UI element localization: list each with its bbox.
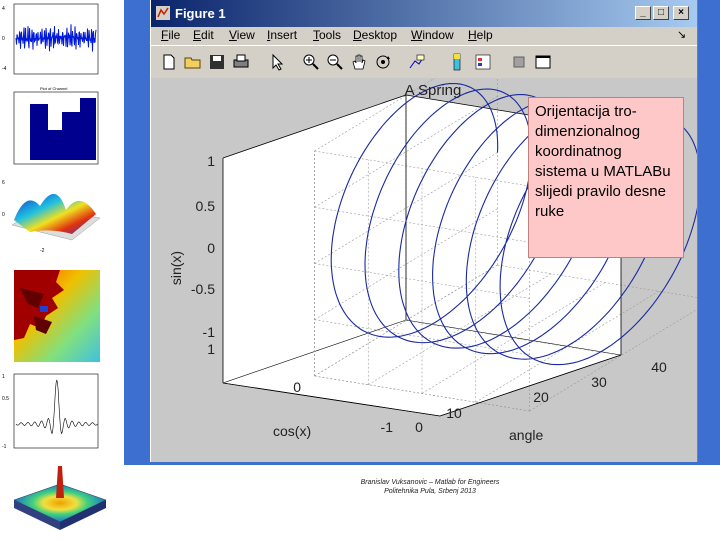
x-tick-30: 30 [591,374,607,390]
z-tick-0-5: 0.5 [196,198,216,214]
menu-edit[interactable]: Edit [193,28,214,42]
svg-text:0: 0 [2,212,5,218]
menu-window-rest: indow [422,28,454,42]
y-tick-neg-1: -1 [381,419,394,435]
y-tick-0: 0 [293,379,301,395]
thumbnail-sinc-plot: 1 0.5 -1 [0,372,104,454]
svg-text:4: 4 [2,6,5,12]
pan-hand-icon[interactable] [349,52,369,72]
z-tick-neg-1: -1 [203,324,216,340]
caption-line-1: Branislav Vuksanovic – Matlab for Engine… [360,479,500,486]
pointer-icon[interactable] [267,52,287,72]
menu-edit-access-key: E [193,28,202,42]
x-tick-0: 0 [415,419,423,435]
menu-tools-rest: ools [319,28,342,42]
thumbnail-3d-surface: 6 0 -2 [0,170,108,256]
svg-text:-4: -4 [2,66,7,72]
menu-file-rest: ile [168,28,181,42]
z-tick-1: 1 [207,153,215,169]
caption-line-2: Politehnika Pula, Srbenj 2013 [384,488,476,495]
slide: 4 0 -4 Plot of Channel 6 0 -2 1 0.5 -1 F… [0,0,720,540]
annotation-note: Orijentacija tro-dimenzionalnog koordina… [528,97,684,258]
thumbnail-fractal-image [0,268,104,366]
menu-help-access-key: H [468,28,477,42]
menu-view[interactable]: View [229,28,255,42]
menu-desktop-rest: esktop [361,28,398,42]
svg-text:6: 6 [2,180,5,186]
svg-text:Plot of Channel: Plot of Channel [40,86,67,91]
y-axis-label: cos(x) [273,423,311,439]
plot-title: A Spring [405,82,462,99]
window-title-bar[interactable]: Figure 1 _ □ × [151,0,697,27]
menu-edit-rest: dit [201,28,214,42]
x-tick-10: 10 [446,405,462,421]
menu-desktop[interactable]: Desktop [353,28,397,42]
z-tick-0: 0 [207,240,215,256]
menu-file[interactable]: File [161,28,180,42]
svg-text:-2: -2 [40,248,45,254]
menu-tools[interactable]: Tools [313,28,341,42]
menu-help-rest: elp [476,28,493,42]
matlab-figure-icon [156,6,170,20]
menu-window[interactable]: Window [411,28,454,42]
figure-toolbar [151,45,697,79]
hide-plot-tools-icon[interactable] [509,52,529,72]
window-title: Figure 1 [175,6,226,21]
open-folder-icon[interactable] [183,52,203,72]
slide-caption: Branislav Vuksanovic – Matlab for Engine… [330,478,530,496]
minimize-button[interactable]: _ [635,6,651,20]
menu-insert-rest: nsert [270,28,298,42]
z-tick-neg-0-5: -0.5 [191,281,215,297]
new-file-icon[interactable] [159,52,179,72]
zoom-out-icon[interactable] [325,52,345,72]
menu-desktop-access-key: D [353,28,362,42]
print-icon[interactable] [231,52,251,72]
colorbar-icon[interactable] [447,52,467,72]
x-tick-40: 40 [651,359,667,375]
save-icon[interactable] [207,52,227,72]
show-plot-tools-icon[interactable] [533,52,553,72]
menu-insert[interactable]: Insert [267,28,297,42]
legend-icon[interactable] [473,52,493,72]
menu-help[interactable]: Help [468,28,493,42]
close-button[interactable]: × [673,6,689,20]
svg-text:0.5: 0.5 [2,396,9,402]
svg-text:-1: -1 [2,444,7,450]
x-axis-label: angle [509,427,543,443]
menu-window-access-key: W [411,28,423,42]
thumbnail-bar-chart: Plot of Channel [0,86,104,170]
zoom-in-icon[interactable] [301,52,321,72]
thumbnail-peaks-surface [10,460,110,536]
x-tick-20: 20 [533,389,549,405]
maximize-button[interactable]: □ [653,6,669,20]
svg-text:1: 1 [2,374,5,380]
thumbnail-signal-plot: 4 0 -4 [0,0,104,88]
menu-view-rest: iew [236,28,255,42]
menu-bar: File Edit View Insert Tools Desktop Wind… [151,27,697,45]
z-axis-label: sin(x) [168,251,184,285]
y-tick-1: 1 [207,341,215,357]
data-cursor-icon[interactable] [407,52,427,72]
svg-text:0: 0 [2,36,5,42]
menu-view-access-key: V [229,28,237,42]
dock-arrow-icon[interactable]: ↘ [677,28,686,41]
rotate-3d-icon[interactable] [373,52,393,72]
